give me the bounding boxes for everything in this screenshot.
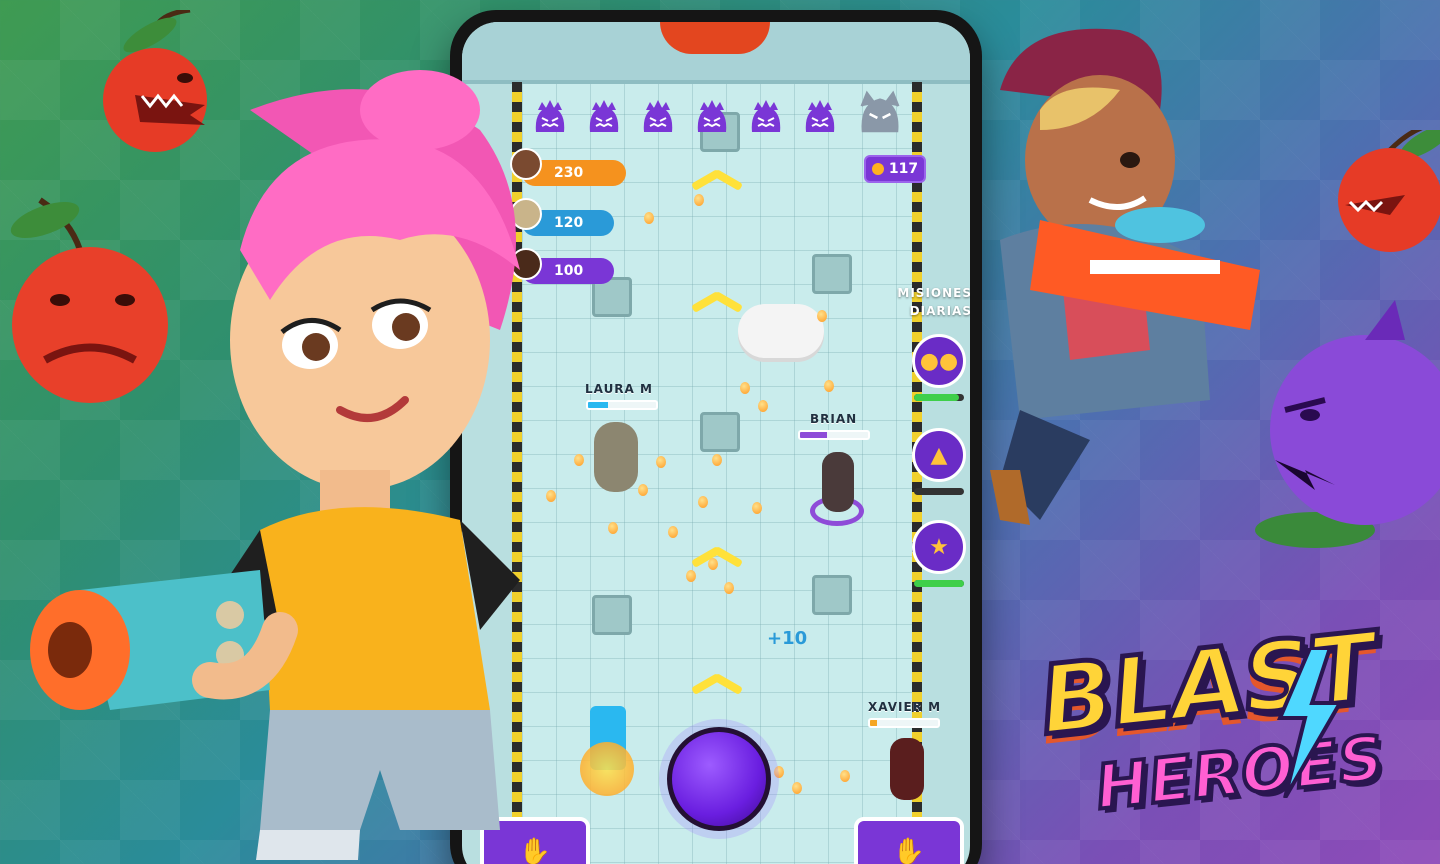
direction-arrow — [687, 674, 747, 704]
projectile — [792, 782, 802, 794]
projectile — [708, 558, 718, 570]
totem-icon: ▲ — [930, 442, 948, 468]
mission-totem-button[interactable]: ▲ — [912, 428, 966, 482]
crate — [812, 575, 852, 615]
joystick[interactable] — [667, 727, 771, 831]
missions-title-line2: DIARIAS — [909, 304, 970, 318]
mission-progress-bar — [914, 394, 964, 401]
mission-group-button[interactable]: ●● — [912, 334, 966, 388]
purple-berry-monster-icon — [1255, 300, 1440, 548]
hand-icon: ✋ — [892, 837, 926, 864]
coin-icon — [871, 163, 884, 175]
enemy-remaining-icon — [800, 98, 840, 138]
enemy-remaining-icon — [638, 98, 678, 138]
projectile — [840, 770, 850, 782]
character-name: LAURA M — [585, 382, 653, 396]
daily-missions-title: MISIONES DIARIAS — [882, 284, 970, 320]
projectile — [694, 194, 704, 206]
crate — [592, 595, 632, 635]
player-score: 100 — [554, 263, 584, 279]
group-icon: ●● — [919, 348, 959, 374]
character-xavier — [890, 738, 924, 800]
coin-count: 117 — [888, 161, 919, 177]
missions-title-line1: MISIONES — [897, 286, 970, 300]
crate — [812, 254, 852, 294]
enemy-remaining-icon — [584, 98, 624, 138]
enemy-remaining-icon — [692, 98, 732, 138]
health-fill — [588, 402, 609, 408]
girl-hero-character — [30, 70, 520, 860]
projectile — [574, 454, 584, 466]
red-apple-monster-icon — [1338, 130, 1440, 252]
mission-trophy-button[interactable]: ★ — [912, 520, 966, 574]
health-fill — [870, 720, 877, 726]
health-fill — [800, 432, 828, 438]
projectile — [712, 454, 722, 466]
player-score: 230 — [554, 165, 584, 181]
crate — [700, 412, 740, 452]
character-name: XAVIER M — [868, 700, 942, 714]
projectile — [740, 382, 750, 394]
projectile — [668, 526, 678, 538]
projectile — [638, 484, 648, 496]
health-bar — [586, 400, 658, 410]
mission-progress-bar — [914, 488, 964, 495]
character-brian — [822, 452, 854, 512]
boy-hero-character — [990, 28, 1260, 525]
health-bar — [798, 430, 870, 440]
game-logo: BLAST HEROES — [1034, 608, 1420, 828]
projectile — [608, 522, 618, 534]
projectile — [644, 212, 654, 224]
coin-counter: 117 — [864, 155, 926, 183]
projectile — [686, 570, 696, 582]
direction-arrow — [687, 292, 747, 322]
mission-progress-fill — [914, 580, 964, 587]
projectile — [656, 456, 666, 468]
trophy-icon: ★ — [929, 534, 949, 560]
projectile — [546, 490, 556, 502]
player-score: 120 — [554, 215, 584, 231]
projectile — [774, 766, 784, 778]
projectile — [752, 502, 762, 514]
goal-marker — [660, 22, 770, 54]
smoke-cloud — [738, 304, 824, 358]
health-bar — [868, 718, 940, 728]
ability-button-right[interactable]: ✋ — [854, 817, 964, 864]
projectile — [724, 582, 734, 594]
boss-remaining-icon — [854, 88, 906, 140]
mission-progress-fill — [914, 394, 959, 401]
character-name: BRIAN — [810, 412, 858, 426]
character-laura — [594, 422, 638, 492]
muzzle-flash — [580, 742, 634, 796]
mission-progress-bar — [914, 580, 964, 587]
score-popup: +10 — [767, 628, 808, 649]
projectile — [758, 400, 768, 412]
projectile — [817, 310, 827, 322]
projectile — [698, 496, 708, 508]
lightning-icon — [1276, 648, 1344, 798]
projectile — [824, 380, 834, 392]
enemy-remaining-icon — [746, 98, 786, 138]
